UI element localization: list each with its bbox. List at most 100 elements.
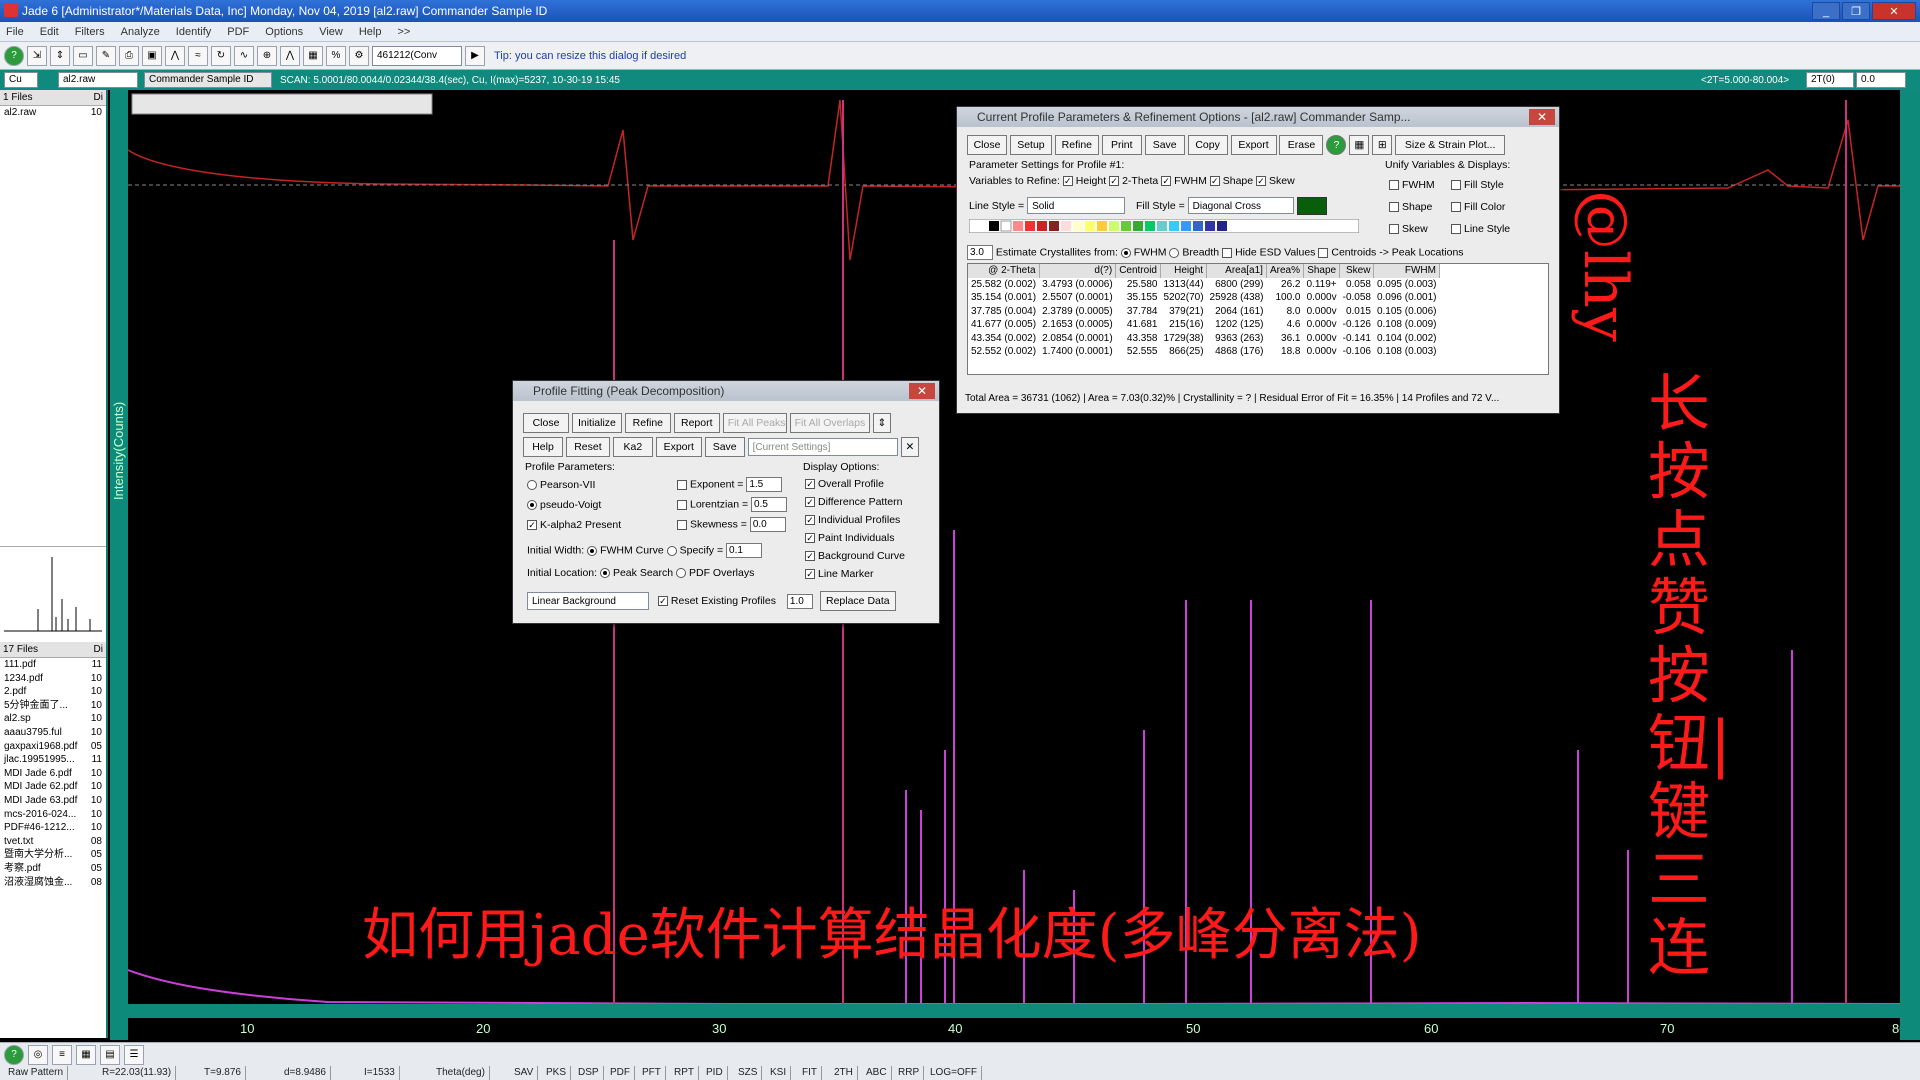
list-item[interactable]: al2.raw 10 bbox=[0, 106, 106, 120]
background-combo[interactable]: Linear Background bbox=[527, 592, 649, 610]
bottom-list-icon[interactable]: ≡ bbox=[52, 1045, 72, 1065]
fit-icon[interactable]: ⋀ bbox=[280, 45, 300, 66]
initialize-button[interactable]: Initialize bbox=[571, 413, 622, 433]
difference-pattern-checkbox[interactable]: ✓ bbox=[805, 497, 815, 508]
centroids-checkbox[interactable] bbox=[1318, 247, 1329, 258]
file-combo[interactable]: al2.raw bbox=[58, 72, 138, 88]
menu-analyze[interactable]: Analyze bbox=[121, 26, 160, 38]
lorentzian-field[interactable]: 0.5 bbox=[751, 497, 788, 512]
settings-combo[interactable]: [Current Settings] bbox=[747, 438, 898, 456]
params-print-button[interactable]: Print bbox=[1101, 135, 1142, 155]
refine-button[interactable]: Refine bbox=[624, 413, 671, 433]
grid-icon[interactable]: ▦ bbox=[1349, 135, 1370, 155]
unify-fill-color-checkbox[interactable] bbox=[1451, 202, 1461, 213]
list-item[interactable]: tvet.txt 08 bbox=[0, 835, 106, 849]
status-sav[interactable]: SAV bbox=[510, 1066, 539, 1080]
table-row[interactable]: 37.785 (0.004) 2.3789 (0.0005) 37.784 379(2… bbox=[968, 305, 1439, 319]
unify-fill-style-checkbox[interactable] bbox=[1451, 180, 1461, 191]
status-fit[interactable]: FIT bbox=[798, 1066, 822, 1080]
list-item[interactable]: 考察.pdf 05 bbox=[0, 862, 106, 876]
element-combo[interactable]: Cu bbox=[4, 72, 38, 88]
shape-checkbox[interactable]: ✓ bbox=[1209, 176, 1220, 187]
replace-field[interactable]: 1.0 bbox=[786, 593, 813, 609]
list-item[interactable]: al2.sp 10 bbox=[0, 712, 106, 726]
list-item[interactable]: 111.pdf 11 bbox=[0, 658, 106, 672]
status-pid[interactable]: PID bbox=[702, 1066, 728, 1080]
menu-options[interactable]: Options bbox=[265, 26, 303, 38]
pdf-overlays-radio[interactable] bbox=[676, 568, 687, 579]
status-rrp[interactable]: RRP bbox=[894, 1066, 925, 1080]
pdf-combo[interactable]: 461212(Conv bbox=[372, 45, 462, 66]
list-item[interactable]: gaxpaxi1968.pdf 05 bbox=[0, 740, 106, 754]
hide-esd-checkbox[interactable] bbox=[1222, 247, 1233, 258]
list-item[interactable]: jlac.19951995... 11 bbox=[0, 753, 106, 767]
menu-pdf[interactable]: PDF bbox=[227, 26, 249, 38]
status-rpt[interactable]: RPT bbox=[670, 1066, 699, 1080]
status-ksi[interactable]: KSI bbox=[766, 1066, 792, 1080]
unify-line-style-checkbox[interactable] bbox=[1451, 224, 1461, 235]
menu-identify[interactable]: Identify bbox=[176, 26, 211, 38]
fwhm-checkbox[interactable]: ✓ bbox=[1161, 176, 1172, 187]
refresh-icon[interactable]: ↻ bbox=[211, 45, 231, 66]
color-palette[interactable] bbox=[968, 218, 1360, 236]
table-row[interactable]: 43.354 (0.002) 2.0854 (0.0001) 43.358 1729(… bbox=[968, 332, 1439, 346]
ka2-button[interactable]: Ka2 bbox=[612, 437, 653, 457]
individual-profiles-checkbox[interactable]: ✓ bbox=[805, 515, 815, 526]
height-checkbox[interactable]: ✓ bbox=[1062, 176, 1073, 187]
fill-swatch[interactable] bbox=[1296, 197, 1327, 216]
export-button[interactable]: Export bbox=[655, 437, 702, 457]
menu-filters[interactable]: Filters bbox=[75, 26, 105, 38]
table-row[interactable]: 25.582 (0.002) 3.4793 (0.0006) 25.580 1313(… bbox=[968, 278, 1439, 292]
help-button[interactable]: Help bbox=[523, 437, 563, 457]
params-refine-button[interactable]: Refine bbox=[1054, 135, 1099, 155]
unify-skew-checkbox[interactable] bbox=[1389, 224, 1399, 235]
status-log[interactable]: LOG=OFF bbox=[926, 1066, 982, 1080]
paint-individuals-checkbox[interactable]: ✓ bbox=[805, 533, 815, 544]
pearson-radio[interactable] bbox=[527, 480, 537, 491]
list-item[interactable]: MDI Jade 62.pdf 10 bbox=[0, 780, 106, 794]
exponent-field[interactable]: 1.5 bbox=[746, 477, 783, 492]
zoom-icon[interactable]: ⊕ bbox=[257, 45, 277, 66]
params-erase-button[interactable]: Erase bbox=[1279, 135, 1324, 155]
params-help-icon[interactable]: ? bbox=[1326, 135, 1347, 155]
percent-icon[interactable]: % bbox=[326, 45, 346, 66]
save-icon[interactable]: ▣ bbox=[142, 45, 162, 66]
status-abc[interactable]: ABC bbox=[862, 1066, 892, 1080]
list-item[interactable]: MDI Jade 63.pdf 10 bbox=[0, 794, 106, 808]
list-item[interactable]: 2.pdf 10 bbox=[0, 685, 106, 699]
profile-dialog-close-icon[interactable]: ✕ bbox=[909, 383, 935, 399]
bottom-table-icon[interactable]: ▤ bbox=[100, 1045, 120, 1065]
folder-icon[interactable]: ▭ bbox=[73, 45, 93, 66]
params-save-button[interactable]: Save bbox=[1144, 135, 1185, 155]
open-icon[interactable]: ⇲ bbox=[27, 45, 47, 66]
params-export-button[interactable]: Export bbox=[1230, 135, 1277, 155]
offset-field[interactable]: 0.0 bbox=[1856, 72, 1906, 88]
estimate-breadth-radio[interactable] bbox=[1169, 247, 1180, 258]
status-pft[interactable]: PFT bbox=[638, 1066, 666, 1080]
specify-radio[interactable] bbox=[666, 545, 677, 556]
replace-data-button[interactable]: Replace Data bbox=[819, 591, 896, 611]
print-icon[interactable]: ⎙ bbox=[119, 45, 139, 66]
spin-icon[interactable]: ⇕ bbox=[872, 413, 891, 433]
skewness-checkbox[interactable] bbox=[677, 519, 687, 530]
minimize-button[interactable]: _ bbox=[1812, 2, 1840, 20]
save-button[interactable]: Save bbox=[704, 437, 745, 457]
menu-help[interactable]: Help bbox=[359, 26, 382, 38]
menu-edit[interactable]: Edit bbox=[40, 26, 59, 38]
fwhm-curve-radio[interactable] bbox=[587, 545, 598, 556]
list-item[interactable]: mcs-2016-024... 10 bbox=[0, 808, 106, 822]
fit-all-overlaps-button[interactable]: Fit All Overlaps bbox=[789, 413, 870, 433]
line-marker-checkbox[interactable]: ✓ bbox=[805, 569, 815, 580]
help-icon[interactable]: ? bbox=[4, 45, 24, 66]
list-item[interactable]: 沼液湿腐蚀金... 08 bbox=[0, 876, 106, 890]
overall-profile-checkbox[interactable]: ✓ bbox=[805, 479, 815, 490]
close-button[interactable]: ✕ bbox=[1872, 2, 1916, 20]
table-icon[interactable]: ▦ bbox=[303, 45, 323, 66]
params-copy-button[interactable]: Copy bbox=[1187, 135, 1228, 155]
two-theta-field[interactable]: 2T(0) bbox=[1806, 72, 1854, 88]
fill-style-combo[interactable]: Diagonal Cross bbox=[1187, 197, 1294, 214]
peak-icon[interactable]: ⋀ bbox=[165, 45, 185, 66]
skewness-field[interactable]: 0.0 bbox=[749, 517, 786, 532]
params-setup-button[interactable]: Setup bbox=[1009, 135, 1052, 155]
specify-field[interactable]: 0.1 bbox=[726, 543, 763, 558]
